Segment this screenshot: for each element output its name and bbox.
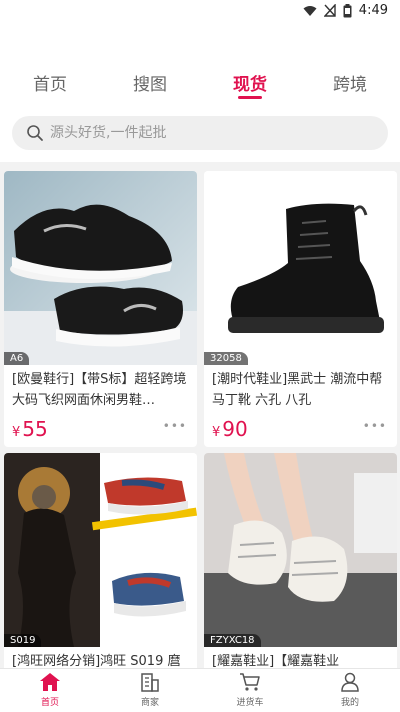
product-title: [耀嘉鞋业]【耀嘉鞋业 bbox=[212, 654, 340, 668]
product-code: S019 bbox=[4, 634, 42, 647]
product-title: [鸿旺网络分销]鸿旺 S019 麿 bbox=[12, 654, 181, 668]
nav-cart-label: 进货车 bbox=[236, 698, 264, 708]
price-value: 55 bbox=[22, 417, 48, 441]
product-image: S019 bbox=[4, 453, 197, 647]
tab-in-stock-label: 现货 bbox=[233, 75, 267, 95]
nav-home[interactable]: 首页 bbox=[20, 672, 80, 708]
tab-cross-border[interactable]: 跨境 bbox=[320, 70, 380, 95]
nav-merchants[interactable]: 商家 bbox=[120, 672, 180, 708]
signal-off-icon bbox=[323, 4, 336, 17]
nav-profile[interactable]: 我的 bbox=[320, 672, 380, 708]
price-symbol: ¥ bbox=[212, 425, 221, 440]
search-bar[interactable] bbox=[12, 116, 388, 150]
active-tab-indicator bbox=[238, 96, 262, 99]
product-image: 32058 bbox=[204, 171, 397, 365]
top-tabs: 首页 搜图 现货 跨境 bbox=[0, 62, 400, 102]
more-options-icon[interactable]: ••• bbox=[163, 419, 187, 433]
product-footer: ¥90 ••• bbox=[204, 413, 397, 447]
product-card[interactable]: 32058 [潮时代鞋业]黑武士 潮流中帮马丁靴 六孔 八孔 ¥90 ••• bbox=[204, 171, 397, 447]
product-code: 32058 bbox=[204, 352, 248, 365]
tab-home[interactable]: 首页 bbox=[20, 70, 80, 95]
nav-merchants-label: 商家 bbox=[140, 698, 159, 708]
product-feed: A6 [欧曼鞋行]【带S标】超轻跨境大码飞织网面休闲男鞋… ¥55 ••• 32… bbox=[0, 162, 400, 668]
product-card[interactable]: S019 [鸿旺网络分销]鸿旺 S019 麿 bbox=[4, 453, 197, 668]
status-bar: 4:49 bbox=[0, 0, 400, 24]
tab-image-search[interactable]: 搜图 bbox=[120, 70, 180, 95]
tab-in-stock[interactable]: 现货 bbox=[220, 70, 280, 99]
building-icon bbox=[141, 673, 159, 692]
more-options-icon[interactable]: ••• bbox=[363, 419, 387, 433]
search-input[interactable] bbox=[50, 125, 370, 141]
battery-icon bbox=[343, 3, 352, 17]
product-code: A6 bbox=[4, 352, 30, 365]
price-symbol: ¥ bbox=[12, 425, 21, 440]
nav-home-label: 首页 bbox=[40, 698, 59, 708]
status-icons: 4:49 bbox=[303, 3, 388, 18]
wifi-icon bbox=[303, 5, 317, 16]
product-code: FZYXC18 bbox=[204, 634, 261, 647]
cart-icon bbox=[240, 673, 260, 691]
nav-profile-label: 我的 bbox=[340, 698, 359, 708]
search-icon bbox=[27, 125, 43, 141]
status-time: 4:49 bbox=[358, 3, 388, 18]
product-title: [潮时代鞋业]黑武士 潮流中帮马丁靴 六孔 八孔 bbox=[212, 372, 383, 408]
home-icon bbox=[40, 673, 60, 691]
product-image: FZYXC18 bbox=[204, 453, 397, 647]
product-card[interactable]: A6 [欧曼鞋行]【带S标】超轻跨境大码飞织网面休闲男鞋… ¥55 ••• bbox=[4, 171, 197, 447]
person-icon bbox=[341, 672, 359, 692]
product-image: A6 bbox=[4, 171, 197, 365]
product-price: ¥90 bbox=[212, 417, 248, 441]
product-card[interactable]: FZYXC18 [耀嘉鞋业]【耀嘉鞋业 bbox=[204, 453, 397, 668]
price-value: 90 bbox=[222, 417, 248, 441]
product-title: [欧曼鞋行]【带S标】超轻跨境大码飞织网面休闲男鞋… bbox=[12, 372, 187, 408]
nav-cart[interactable]: 进货车 bbox=[220, 672, 280, 708]
bottom-nav: 首页 商家 进货车 我的 bbox=[0, 668, 400, 712]
product-price: ¥55 bbox=[12, 417, 48, 441]
product-footer: ¥55 ••• bbox=[4, 413, 197, 447]
